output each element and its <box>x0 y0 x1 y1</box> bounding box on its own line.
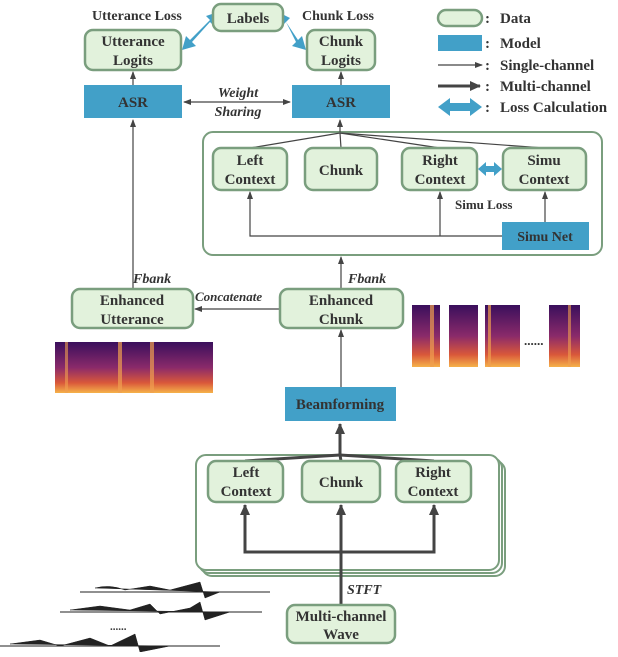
fbank-right-label: Fbank <box>347 272 386 287</box>
legend-label-multi-channel: Multi-channel <box>500 79 591 95</box>
utterance-logits-node: Utterance Logits <box>83 28 183 72</box>
simu-loss-arrow-icon <box>478 162 502 176</box>
lower-chunk-text: Chunk <box>319 475 364 491</box>
right-context-text: Context <box>415 172 466 188</box>
legend-sep: : <box>485 11 490 27</box>
multichannel-wave-text: Wave <box>323 627 359 643</box>
simu-net-model: Simu Net <box>502 222 589 250</box>
multichannel-wave-node: Multi-channel Wave <box>285 603 397 645</box>
legend-double-arrow-icon <box>438 98 482 116</box>
chunk-logits-node: Chunk Logits <box>305 28 377 72</box>
asr-right-text: ASR <box>326 95 356 111</box>
weight-sharing-label: Sharing <box>215 105 262 120</box>
asr-left-text: ASR <box>118 95 148 111</box>
beamforming-model: Beamforming <box>285 387 396 421</box>
asr-left-model: ASR <box>84 85 182 118</box>
labels-text: Labels <box>227 11 270 27</box>
chunk-loss-label: Chunk Loss <box>302 9 375 24</box>
right-context-node: Right Context <box>400 146 479 192</box>
simu-loss-label: Simu Loss <box>455 197 512 212</box>
lower-left-context-text: Context <box>221 484 272 500</box>
legend-label-model: Model <box>500 36 541 52</box>
legend: : : : : : Data Model Single-channel Mult… <box>436 8 608 116</box>
legend-sep: : <box>485 58 490 74</box>
architecture-diagram: : : : : : Data Model Single-channel Mult… <box>0 2 608 653</box>
simu-context-node: Simu Context <box>501 146 588 192</box>
simu-net-text: Simu Net <box>517 230 573 245</box>
converge-arrows-upper <box>249 119 545 149</box>
lower-right-context-node: Right Context <box>394 459 473 504</box>
legend-label-data: Data <box>500 11 531 27</box>
enhanced-chunk-text: Enhanced <box>309 293 374 309</box>
enhanced-utterance-text: Utterance <box>100 312 164 328</box>
legend-sep: : <box>485 36 490 52</box>
fbank-left-label: Fbank <box>132 272 171 287</box>
beamforming-text: Beamforming <box>296 397 385 413</box>
waveform-ellipsis: ...... <box>110 621 127 633</box>
waveform-images <box>0 581 270 653</box>
right-context-text: Right <box>422 153 458 169</box>
lower-right-context-text: Context <box>408 484 459 500</box>
utterance-logits-text: Logits <box>113 53 153 69</box>
utterance-loss-label: Utterance Loss <box>92 9 182 24</box>
simu-context-text: Context <box>519 172 570 188</box>
left-context-text: Left <box>237 153 264 169</box>
enhanced-chunk-node: Enhanced Chunk <box>278 287 405 330</box>
chunk-logits-text: Logits <box>321 53 361 69</box>
legend-data-symbol <box>436 8 484 28</box>
legend-label-loss: Loss Calculation <box>500 100 608 116</box>
multichannel-wave-text: Multi-channel <box>296 609 387 625</box>
legend-model-symbol <box>438 35 482 51</box>
chunk-text: Chunk <box>319 163 364 179</box>
weight-sharing-label: Weight <box>218 86 259 101</box>
left-context-node: Left Context <box>211 146 289 192</box>
lower-left-context-node: Left Context <box>206 459 285 504</box>
legend-sep: : <box>485 79 490 95</box>
enhanced-chunk-text: Chunk <box>319 312 364 328</box>
enhanced-utterance-text: Enhanced <box>100 293 165 309</box>
chunk-spectrogram-images <box>412 305 580 367</box>
legend-label-single-channel: Single-channel <box>500 58 594 74</box>
left-context-text: Context <box>225 172 276 188</box>
enhanced-utterance-node: Enhanced Utterance <box>70 287 195 330</box>
lower-right-context-text: Right <box>415 465 451 481</box>
asr-right-model: ASR <box>292 85 390 118</box>
legend-sep: : <box>485 100 490 116</box>
ellipsis-label: ...... <box>524 333 544 348</box>
simu-context-text: Simu <box>527 153 560 169</box>
concatenate-label: Concatenate <box>195 289 262 304</box>
utterance-logits-text: Utterance <box>101 34 165 50</box>
labels-node: Labels <box>211 2 285 33</box>
utterance-spectrogram-image <box>55 342 213 393</box>
lower-chunk-node: Chunk <box>300 459 382 504</box>
chunk-node: Chunk <box>303 146 379 192</box>
chunk-logits-text: Chunk <box>319 34 364 50</box>
lower-left-context-text: Left <box>233 465 260 481</box>
stft-label: STFT <box>347 583 383 598</box>
